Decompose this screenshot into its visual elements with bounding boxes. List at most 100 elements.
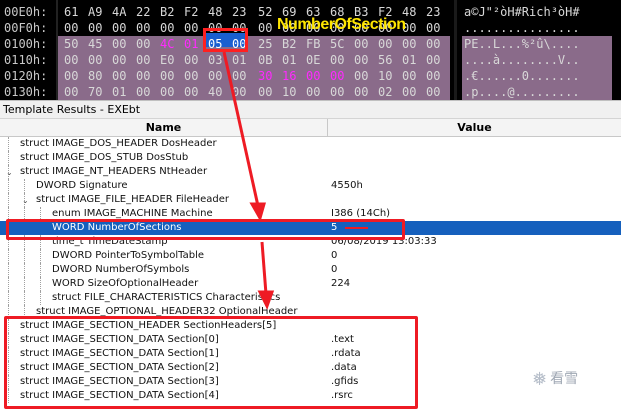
hex-byte[interactable]: 48 bbox=[208, 4, 228, 20]
hex-byte[interactable]: 00 bbox=[88, 52, 108, 68]
hex-byte[interactable]: 10 bbox=[282, 84, 302, 100]
hex-byte[interactable]: E0 bbox=[160, 52, 180, 68]
hex-byte[interactable]: 16 bbox=[282, 68, 302, 84]
hex-byte[interactable]: 4C bbox=[160, 36, 180, 52]
hex-byte[interactable]: 02 bbox=[378, 84, 398, 100]
hex-byte[interactable]: 70 bbox=[88, 84, 108, 100]
tree-row-value: 0 bbox=[331, 264, 338, 275]
hex-byte[interactable]: 00 bbox=[160, 84, 180, 100]
hex-byte[interactable]: 00 bbox=[354, 52, 374, 68]
hex-byte[interactable]: 25 bbox=[258, 36, 278, 52]
hex-byte[interactable]: B2 bbox=[160, 4, 180, 20]
hex-byte[interactable]: F2 bbox=[184, 4, 204, 20]
hex-byte[interactable]: 00 bbox=[184, 52, 204, 68]
expander-icon[interactable]: ⌄ bbox=[22, 194, 29, 208]
column-header-name[interactable]: Name bbox=[0, 119, 328, 137]
hex-byte[interactable]: 61 bbox=[64, 4, 84, 20]
hex-byte[interactable]: 00 bbox=[112, 20, 132, 36]
hex-byte[interactable]: 00 bbox=[258, 84, 278, 100]
hex-byte[interactable]: 00 bbox=[160, 20, 180, 36]
hex-byte[interactable]: 00 bbox=[136, 36, 156, 52]
hex-byte[interactable]: 01 bbox=[184, 36, 204, 52]
hex-byte[interactable]: 00 bbox=[136, 68, 156, 84]
hex-byte[interactable]: 23 bbox=[426, 4, 446, 20]
callout-label: NumberOfSection bbox=[277, 16, 406, 33]
hex-byte[interactable]: 00 bbox=[426, 84, 446, 100]
hex-byte[interactable]: 00 bbox=[184, 84, 204, 100]
hex-byte[interactable]: 01 bbox=[232, 52, 252, 68]
hex-byte[interactable]: 00 bbox=[112, 52, 132, 68]
hex-editor-view[interactable]: 00E0h: 61 A9 4A 22 B2 F2 48 23 52 69 63 68 B3 F2 48 23 a©… bbox=[0, 0, 621, 100]
hex-byte[interactable]: 0E bbox=[306, 52, 326, 68]
hex-byte[interactable]: 00 bbox=[426, 36, 446, 52]
hex-byte[interactable]: 30 bbox=[258, 68, 278, 84]
tree-row[interactable]: ⌄ struct IMAGE_NT_HEADERS NtHeader bbox=[0, 165, 621, 179]
hex-byte[interactable]: 00 bbox=[136, 84, 156, 100]
hex-byte[interactable]: 52 bbox=[258, 4, 278, 20]
hex-byte[interactable]: 00 bbox=[402, 68, 422, 84]
hex-byte[interactable]: 00 bbox=[426, 68, 446, 84]
hex-byte[interactable]: 00 bbox=[112, 68, 132, 84]
hex-byte[interactable]: 0B bbox=[258, 52, 278, 68]
hex-byte[interactable]: 00 bbox=[64, 84, 84, 100]
hex-byte[interactable]: 45 bbox=[88, 36, 108, 52]
hex-byte[interactable]: 10 bbox=[378, 68, 398, 84]
hex-byte[interactable]: 03 bbox=[208, 52, 228, 68]
hex-byte[interactable]: 00 bbox=[184, 20, 204, 36]
hex-byte[interactable]: 00 bbox=[306, 84, 326, 100]
hex-byte[interactable]: 00 bbox=[402, 36, 422, 52]
expander-icon[interactable]: ⌄ bbox=[6, 166, 13, 180]
hex-byte[interactable]: 00 bbox=[232, 84, 252, 100]
hex-byte[interactable]: 01 bbox=[282, 52, 302, 68]
hex-byte[interactable]: 00 bbox=[306, 68, 326, 84]
hex-byte[interactable]: 00 bbox=[426, 20, 446, 36]
hex-byte[interactable]: 00 bbox=[354, 84, 374, 100]
hex-byte[interactable]: 00 bbox=[426, 52, 446, 68]
hex-byte[interactable]: 00 bbox=[208, 68, 228, 84]
hex-byte[interactable]: 00 bbox=[330, 84, 350, 100]
hex-byte[interactable]: 00 bbox=[184, 68, 204, 84]
hex-byte[interactable]: 00 bbox=[136, 20, 156, 36]
hex-byte[interactable]: 00 bbox=[112, 36, 132, 52]
hex-byte[interactable]: FB bbox=[306, 36, 326, 52]
hex-byte[interactable]: A9 bbox=[88, 4, 108, 20]
hex-byte[interactable]: 00 bbox=[402, 84, 422, 100]
hex-byte[interactable]: B2 bbox=[282, 36, 302, 52]
hex-byte[interactable]: 40 bbox=[208, 84, 228, 100]
hex-byte[interactable]: 00 bbox=[330, 68, 350, 84]
hex-byte[interactable]: 00 bbox=[160, 68, 180, 84]
hex-byte[interactable]: 00 bbox=[136, 52, 156, 68]
hex-byte[interactable]: 5C bbox=[330, 36, 350, 52]
tree-row[interactable]: DWORD NumberOfSymbols 0 bbox=[0, 263, 621, 277]
tree-row[interactable]: ⌄ struct IMAGE_FILE_HEADER FileHeader bbox=[0, 193, 621, 207]
tree-row[interactable]: WORD SizeOfOptionalHeader 224 bbox=[0, 277, 621, 291]
hex-byte[interactable]: 01 bbox=[402, 52, 422, 68]
tree-row[interactable]: DWORD PointerToSymbolTable 0 bbox=[0, 249, 621, 263]
tree-row[interactable]: struct FILE_CHARACTERISTICS Characterist… bbox=[0, 291, 621, 305]
hex-ascii: ................ bbox=[464, 21, 580, 35]
hex-byte[interactable]: 00 bbox=[64, 20, 84, 36]
hex-byte[interactable]: 4A bbox=[112, 4, 132, 20]
hex-byte[interactable]: 00 bbox=[232, 68, 252, 84]
hex-byte[interactable]: 00 bbox=[354, 68, 374, 84]
hex-byte[interactable]: 00 bbox=[88, 20, 108, 36]
hex-byte[interactable]: 00 bbox=[64, 68, 84, 84]
tree-row[interactable]: struct IMAGE_DOS_STUB DosStub bbox=[0, 151, 621, 165]
tree-row[interactable]: DWORD Signature 4550h bbox=[0, 179, 621, 193]
hex-byte[interactable]: 22 bbox=[136, 4, 156, 20]
hex-byte[interactable]: 80 bbox=[88, 68, 108, 84]
snowflake-icon: ❅ bbox=[532, 369, 548, 390]
hex-ascii: ....à........V.. bbox=[464, 53, 580, 67]
hex-byte[interactable]: 56 bbox=[378, 52, 398, 68]
hex-byte[interactable]: 01 bbox=[112, 84, 132, 100]
tree-row[interactable]: struct IMAGE_DOS_HEADER DosHeader bbox=[0, 137, 621, 151]
tree-guide bbox=[8, 179, 9, 193]
column-header-value[interactable]: Value bbox=[328, 119, 621, 137]
hex-byte[interactable]: 00 bbox=[354, 36, 374, 52]
hex-byte[interactable]: 00 bbox=[330, 52, 350, 68]
hex-byte[interactable]: 00 bbox=[378, 36, 398, 52]
hex-byte[interactable]: 00 bbox=[64, 52, 84, 68]
hex-byte[interactable]: 00 bbox=[258, 20, 278, 36]
hex-byte[interactable]: 23 bbox=[232, 4, 252, 20]
hex-byte[interactable]: 50 bbox=[64, 36, 84, 52]
